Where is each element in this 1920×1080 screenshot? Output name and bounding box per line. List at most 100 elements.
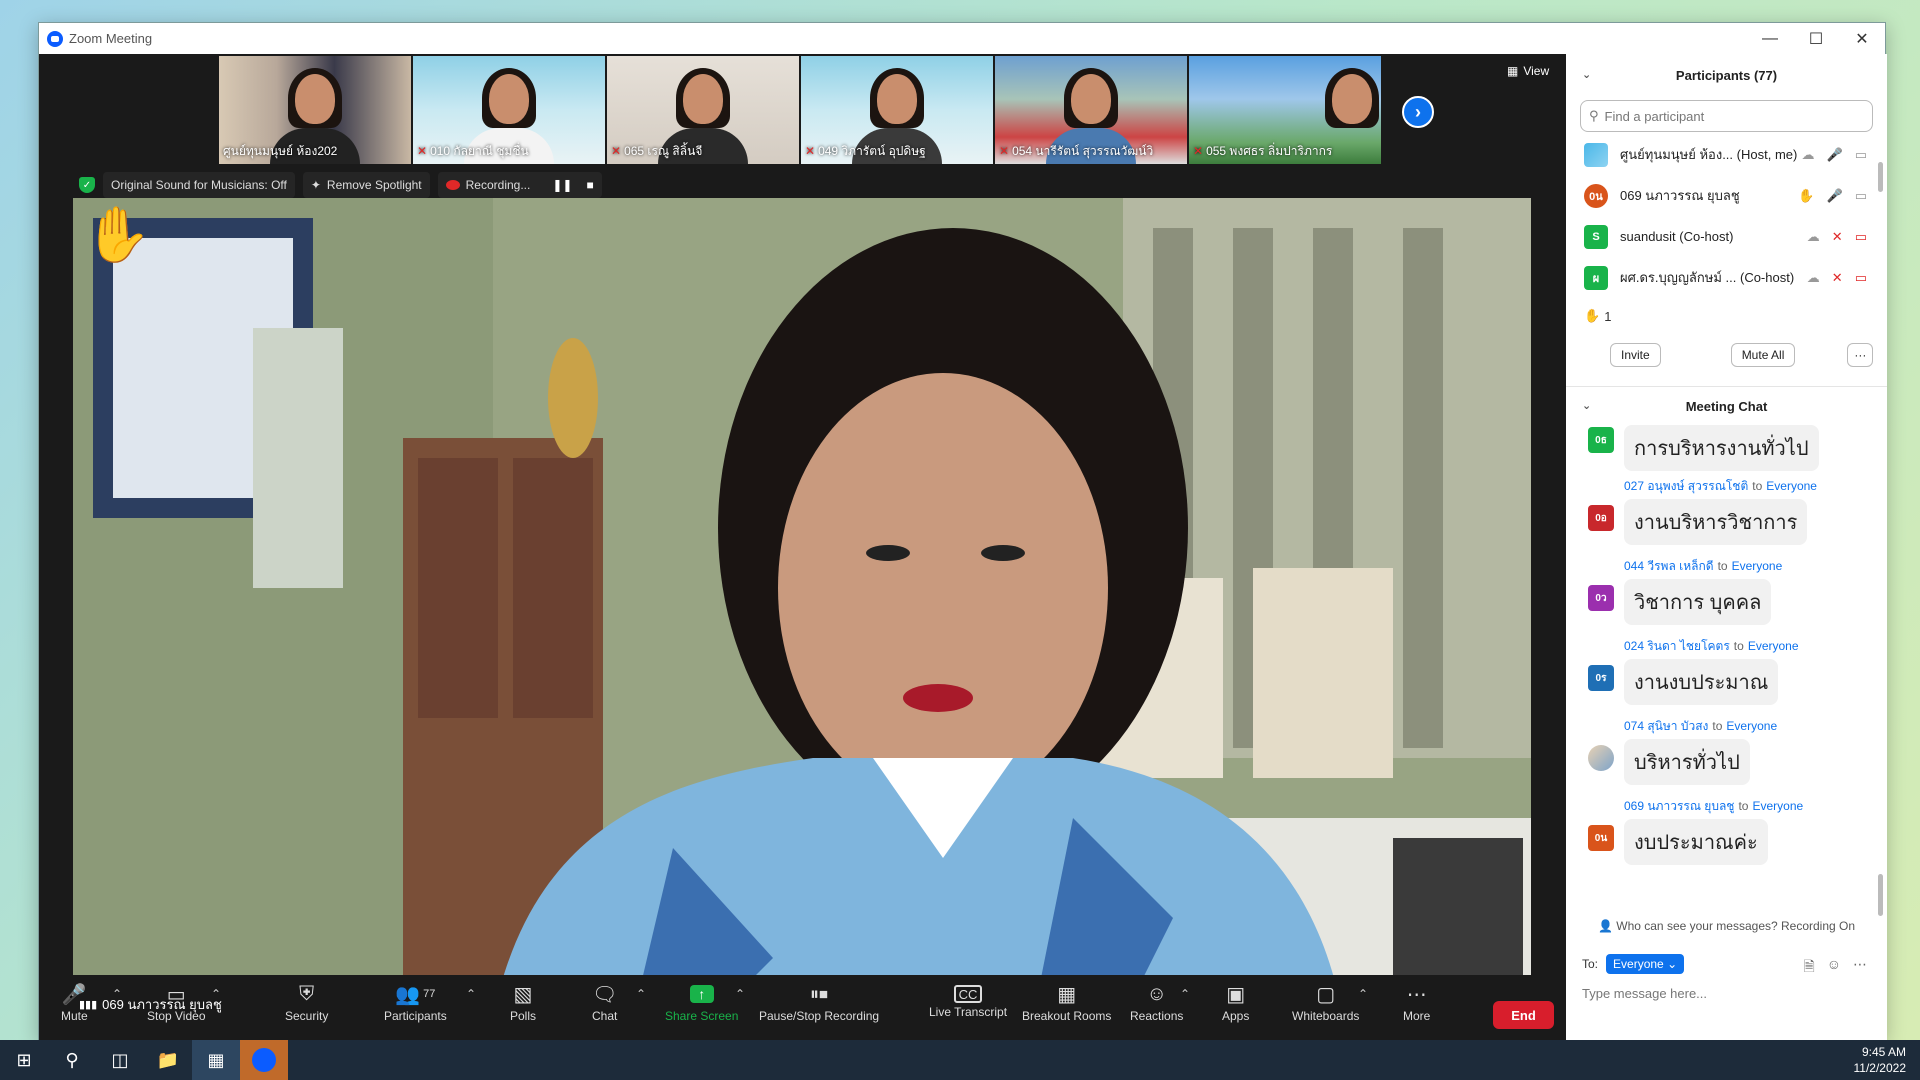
- search-icon: ⚲: [1589, 108, 1599, 123]
- video-status-badges: ✓ Original Sound for Musicians: Off ✦ Rem…: [79, 172, 602, 198]
- mute-all-button[interactable]: Mute All: [1730, 343, 1796, 367]
- next-page-button[interactable]: ›: [1402, 96, 1434, 128]
- muted-mic-icon: ✕: [1831, 228, 1843, 244]
- participant-list: ศูนย์ทุนมนุษย์ ห้อง... (Host, me) ☁ 🎤 ▭ 0น…: [1566, 134, 1887, 298]
- collapse-chevron-icon[interactable]: ⌄: [1582, 399, 1591, 412]
- shield-icon: ⛨: [299, 982, 315, 1005]
- avatar: 0อ: [1588, 505, 1614, 531]
- muted-mic-icon: ✕: [805, 144, 816, 158]
- file-explorer-icon[interactable]: 📁: [144, 1040, 192, 1080]
- emoji-icon[interactable]: ☺: [1827, 956, 1841, 980]
- video-thumbnail[interactable]: ✕ 049 วิภารัตน์ อุปดิษฐ: [801, 56, 993, 164]
- original-sound-toggle[interactable]: Original Sound for Musicians: Off: [103, 172, 295, 198]
- chat-header: ⌄ Meeting Chat: [1566, 387, 1887, 425]
- windows-taskbar: ⊞ ⚲ ◫ 📁 ▦ 9:45 AM 11/2/2022: [0, 1040, 1920, 1080]
- chat-button[interactable]: 🗨 Chat: [592, 981, 617, 1024]
- chevron-down-icon: ⌄: [1667, 957, 1678, 971]
- chat-message: 044 วีรพล เหล็กดี to Everyone 0ว วิชาการ บ…: [1566, 557, 1887, 637]
- end-meeting-button[interactable]: End: [1493, 1001, 1554, 1029]
- message-text: งานงบประมาณ: [1624, 659, 1779, 705]
- participants-count: 77: [423, 988, 436, 1000]
- muted-mic-icon: ✕: [417, 144, 428, 158]
- participants-scrollbar[interactable]: [1878, 162, 1883, 192]
- breakout-rooms-button[interactable]: ▦ Breakout Rooms: [1022, 981, 1111, 1024]
- muted-mic-icon: ✕: [1831, 269, 1843, 285]
- message-text: งานบริหารวิชาการ: [1624, 499, 1808, 545]
- whiteboards-options-caret[interactable]: ⌃: [1358, 987, 1368, 1001]
- message-recipient: Everyone: [1726, 719, 1778, 733]
- pin-icon: ✦: [310, 178, 321, 192]
- view-button[interactable]: ▦ View: [1507, 64, 1549, 78]
- pause-recording-button[interactable]: ❚❚: [552, 178, 572, 192]
- chat-scrollbar[interactable]: [1878, 874, 1883, 916]
- file-icon[interactable]: 🗎: [1803, 956, 1814, 980]
- recipient-dropdown[interactable]: Everyone ⌄: [1606, 954, 1685, 974]
- security-button[interactable]: ⛨ Security: [285, 981, 328, 1024]
- recording-icon: [445, 180, 460, 190]
- chat-message: 074 สุนิษา บัวสง to Everyone บริหารทั่วไป: [1566, 717, 1887, 797]
- maximize-button[interactable]: ☐: [1793, 23, 1839, 54]
- apps-icon: ▣: [1226, 983, 1246, 1006]
- remove-spotlight-button[interactable]: ✦ Remove Spotlight: [302, 172, 430, 198]
- message-sender: 027 อนุพงษ์ สุวรรณโชติ: [1624, 478, 1749, 493]
- video-camera-icon: ▭: [1854, 187, 1867, 203]
- share-options-caret[interactable]: ⌃: [735, 987, 745, 1001]
- video-thumbnail[interactable]: ศูนย์ทุนมนุษย์ ห้อง202: [219, 56, 411, 164]
- title-bar: Zoom Meeting — ☐ ✕: [39, 23, 1885, 54]
- participant-row[interactable]: ผ ผศ.ดร.บุญญลักษม์ ... (Co-host) ☁ ✕ ▭: [1566, 257, 1887, 298]
- message-visibility-notice[interactable]: 👤 Who can see your messages? Recording O…: [1566, 919, 1887, 933]
- chat-title: Meeting Chat: [1685, 398, 1768, 414]
- polls-button[interactable]: ▧ Polls: [510, 981, 536, 1024]
- video-thumbnail[interactable]: ✕ 054 นารีรัตน์ สุวรรณวัฒน์วิ: [995, 56, 1187, 164]
- chat-message: 024 รินดา ไชยโคตร to Everyone 0ร งานงบประม…: [1566, 637, 1887, 717]
- system-clock[interactable]: 9:45 AM 11/2/2022: [1854, 1044, 1907, 1076]
- video-thumbnail[interactable]: ✕ 010 กัลยาณี ชุมชื่น: [413, 56, 605, 164]
- participants-options-caret[interactable]: ⌃: [466, 987, 476, 1001]
- participant-row[interactable]: ศูนย์ทุนมนุษย์ ห้อง... (Host, me) ☁ 🎤 ▭: [1566, 134, 1887, 175]
- chat-message-input[interactable]: Type message here...: [1582, 986, 1707, 1001]
- chat-message: 027 อนุพงษ์ สุวรรณโชติ to Everyone 0อ งานบ…: [1566, 477, 1887, 557]
- more-dots-icon[interactable]: ⋯: [1853, 956, 1867, 980]
- app-tile-icon[interactable]: ▦: [192, 1040, 240, 1080]
- windows-start-icon[interactable]: ⊞: [0, 1040, 48, 1080]
- share-screen-button[interactable]: ↑ Share Screen: [665, 981, 738, 1023]
- smiley-plus-icon: ☺: [1146, 982, 1167, 1005]
- reactions-options-caret[interactable]: ⌃: [1180, 987, 1190, 1001]
- video-thumbnail[interactable]: ✕ 055 พงศธร ลิ่มปาริภากร: [1189, 56, 1381, 164]
- polls-icon: ▧: [513, 983, 533, 1006]
- whiteboard-icon: ▢: [1316, 983, 1336, 1006]
- signal-bars-icon: ▮▮▮: [79, 999, 98, 1011]
- participants-button[interactable]: 👥 77 Participants: [384, 981, 447, 1024]
- avatar: ผ: [1584, 265, 1608, 290]
- apps-button[interactable]: ▣ Apps: [1222, 981, 1249, 1024]
- whiteboards-button[interactable]: ▢ Whiteboards: [1292, 981, 1359, 1024]
- cloud-record-icon: ☁: [1801, 146, 1815, 162]
- chat-options-caret[interactable]: ⌃: [636, 987, 646, 1001]
- recipient-selector: To: Everyone ⌄: [1582, 954, 1685, 974]
- search-icon[interactable]: ⚲: [48, 1040, 96, 1080]
- minimize-button[interactable]: —: [1747, 23, 1793, 54]
- muted-mic-icon: ✕: [999, 144, 1010, 158]
- muted-mic-icon: ✕: [1193, 144, 1204, 158]
- close-button[interactable]: ✕: [1839, 23, 1885, 54]
- window-title: Zoom Meeting: [69, 31, 153, 46]
- reactions-button[interactable]: ☺ Reactions: [1130, 981, 1183, 1024]
- collapse-chevron-icon[interactable]: ⌄: [1582, 68, 1591, 81]
- participant-name: ศูนย์ทุนมนุษย์ ห้อง202: [223, 144, 338, 158]
- task-view-icon[interactable]: ◫: [96, 1040, 144, 1080]
- video-thumbnail[interactable]: ✕ 065 เรณู สิลิ้นจี: [607, 56, 799, 164]
- invite-button[interactable]: Invite: [1610, 343, 1661, 367]
- pause-stop-recording-button[interactable]: ⏸⏹ Pause/Stop Recording: [759, 981, 879, 1024]
- stop-recording-button[interactable]: ■: [586, 178, 593, 192]
- encryption-shield-icon: ✓: [79, 177, 95, 193]
- participants-more-button[interactable]: ···: [1847, 343, 1874, 367]
- participant-row[interactable]: S suandusit (Co-host) ☁ ✕ ▭: [1566, 216, 1887, 257]
- live-transcript-button[interactable]: CC Live Transcript: [929, 981, 1007, 1019]
- participant-search-input[interactable]: ⚲ Find a participant: [1580, 100, 1873, 132]
- more-button[interactable]: ⋯ More: [1403, 981, 1430, 1024]
- zoom-taskbar-icon[interactable]: [240, 1040, 288, 1080]
- participant-row[interactable]: 0น 069 นภาวรรณ ยุบลชู ✋ 🎤 ▭: [1566, 175, 1887, 216]
- avatar: 0ร: [1588, 665, 1614, 691]
- avatar: 0ว: [1588, 585, 1614, 611]
- message-sender: 024 รินดา ไชยโคตร: [1624, 638, 1730, 653]
